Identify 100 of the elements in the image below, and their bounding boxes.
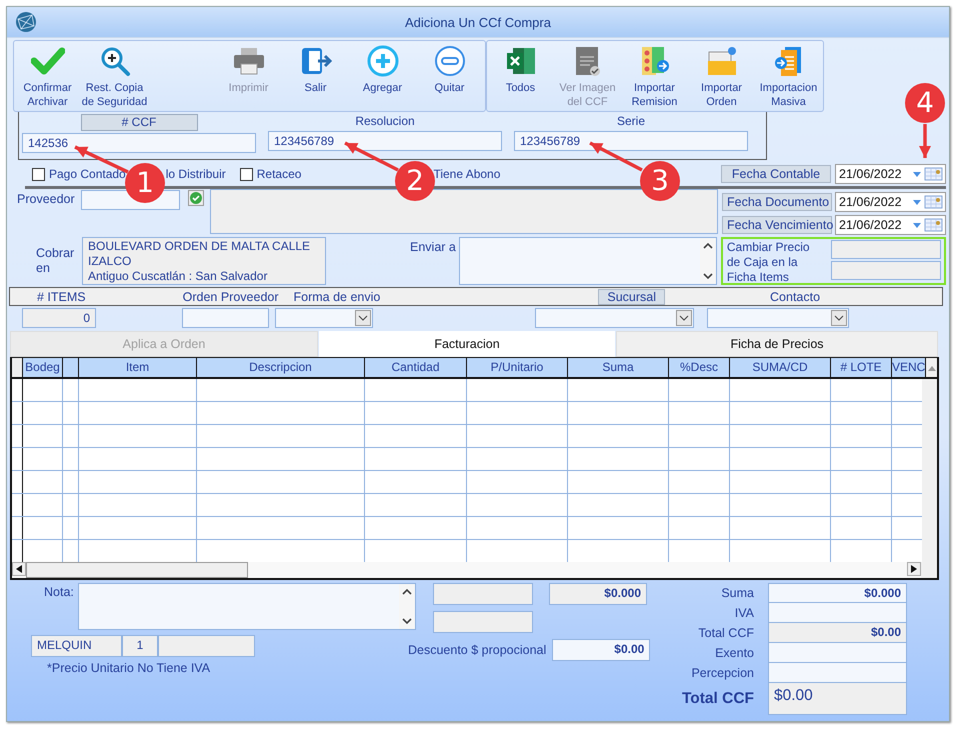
check-icon [30,45,64,77]
chevron-down-icon[interactable] [355,310,371,326]
dropdown[interactable] [535,308,694,328]
plus-icon [366,45,398,77]
input-field[interactable] [182,308,269,328]
checkbox[interactable] [32,168,45,180]
input-field[interactable] [830,261,941,280]
input-field: MELQUIN [31,635,122,657]
checkbox[interactable] [240,168,253,180]
field-label: Nota: [44,585,75,599]
column-label: Contacto [770,290,820,304]
toolbar-button[interactable]: Agregar [349,41,416,111]
field-label: Fecha Vencimiento [722,216,832,234]
total-field: $0.000 [768,583,907,603]
toolbar-button[interactable]: Salir [282,41,349,111]
column-header[interactable]: SUMA/CD [730,358,831,377]
total-label: Suma [720,586,754,600]
dropdown[interactable] [275,308,373,328]
minus-icon [434,45,466,77]
field-header: # CCF [80,114,198,131]
column-header[interactable]: %Desc [669,358,730,377]
tab[interactable]: Facturacion [319,331,615,357]
grand-total-field: $0.00 [768,683,907,715]
amount-field: $0.000 [549,583,647,605]
chevron-down-icon[interactable] [702,272,713,280]
input-field[interactable]: 0 [22,308,96,328]
checkbox-label: Pago Contado [49,167,126,181]
column-label: Sucursal [598,288,666,304]
chevron-down-icon[interactable] [402,617,412,625]
total-label: Exento [714,646,754,660]
toolbar-button[interactable]: Importar Orden [688,41,755,111]
scrollbar[interactable] [399,584,415,629]
date-picker[interactable]: 21/06/2022 [835,215,946,235]
window-title: Adiciona Un CCf Compra [404,14,552,30]
field-label: Fecha Documento [722,193,832,211]
spreadsheet-icon [504,45,536,77]
total-label: IVA [734,606,754,620]
input-field[interactable]: 142536 [22,133,256,153]
column-header[interactable]: # LOTE [831,358,892,377]
toolbar-button[interactable]: Confirmar Archivar [14,41,81,111]
toolbar-button[interactable]: Rest. Copia de Seguridad [81,41,148,111]
document-check-icon [574,45,602,77]
field-label: Serie [616,114,645,129]
amount-field[interactable]: $0.00 [552,639,650,661]
calendar-icon[interactable] [911,195,945,209]
total-field: $0.00 [768,623,907,643]
scrollbar[interactable] [700,238,716,284]
chevron-up-icon[interactable] [702,242,713,250]
column-header[interactable]: Descripcion [197,358,365,377]
field-label: Descuento $ propocional [408,643,546,657]
column-label: Orden Proveedor [182,290,279,304]
checkbox-label: Tiene Abono [433,167,500,181]
note-text: *Precio Unitario No Tiene IVA [47,661,212,675]
triangle-left-icon [16,565,22,573]
field-label: Cobrar en [36,246,76,276]
scroll-right-button[interactable] [907,562,921,576]
date-picker[interactable]: 21/06/2022 [835,192,946,212]
calendar-icon[interactable] [911,218,945,232]
toolbar-button[interactable]: Importar Remision [621,41,688,111]
column-header[interactable]: P/Unitario [467,358,568,377]
chevron-up-icon[interactable] [402,588,412,596]
triangle-right-icon [911,565,917,573]
check-circle-icon[interactable] [188,190,204,206]
toolbar-button[interactable]: Todos [487,41,554,111]
printer-icon [232,45,266,77]
column-header[interactable]: Cantidad [365,358,467,377]
field-label: Proveedor [17,192,75,206]
column-header[interactable]: Bodeg [23,358,63,377]
field-label: Cambiar Precio de Caja en la Ficha Items [726,240,811,283]
checkbox-label: lo Distribuir [166,167,226,181]
address-box: BOULEVARD ORDEN DE MALTA CALLE IZALCO Antiguo Cuscatlán : San Salvador [82,237,326,285]
dropdown[interactable] [707,308,849,328]
column-header[interactable]: Item [79,358,197,377]
grand-total-label: Total CCF [680,690,754,708]
field-label: Fecha Contable [721,165,831,183]
scroll-up-button[interactable] [926,358,937,377]
input-field: 1 [122,635,158,657]
toolbar-button[interactable]: Quitar [416,41,483,111]
input-field[interactable] [830,240,941,259]
total-label: Percepcion [690,666,754,680]
exit-icon [300,45,332,77]
scroll-left-button[interactable] [12,562,26,576]
triangle-up-icon [928,364,936,370]
globe-icon [15,11,37,33]
date-picker[interactable]: 21/06/2022 [835,164,946,184]
field-label: Resolucion [355,114,415,129]
toolbar-button[interactable]: Importacion Masiva [755,41,822,111]
chevron-down-icon[interactable] [676,310,692,326]
checkbox-label: Retaceo [256,167,302,181]
calendar-icon[interactable] [911,167,945,181]
input-field[interactable]: 123456789 [514,131,748,151]
tab[interactable]: Ficha de Precios [616,331,938,357]
input-field[interactable]: 123456789 [268,131,502,151]
chevron-down-icon[interactable] [831,310,847,326]
column-label: # ITEMS [37,290,86,304]
scrollbar-thumb[interactable] [26,562,248,578]
column-header[interactable]: Suma [568,358,669,377]
total-label: Total CCF [697,626,754,640]
zoom-in-icon [98,45,130,77]
field-label: Enviar a [410,240,456,254]
